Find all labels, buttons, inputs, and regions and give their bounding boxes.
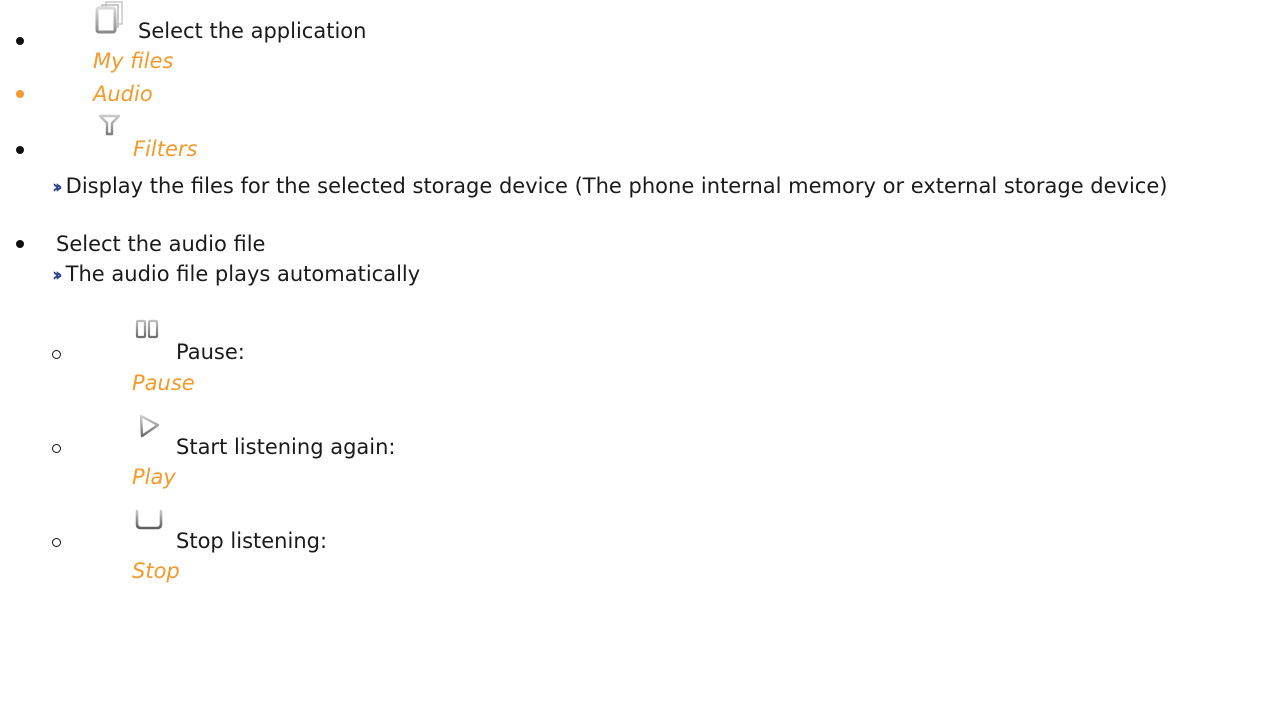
pause-icon bbox=[134, 317, 162, 346]
apps-icon bbox=[94, 0, 128, 39]
sub-bullet bbox=[52, 538, 61, 547]
key-stop: Stop bbox=[132, 559, 180, 583]
document: Select the application My files Audio Fi… bbox=[0, 0, 1268, 709]
sub-bullet bbox=[52, 444, 61, 453]
key-pause: Pause bbox=[132, 371, 195, 395]
result-arrow-icon: ›› bbox=[52, 176, 62, 198]
result-arrow-icon: ›› bbox=[52, 264, 62, 286]
control-label-stop: Stop listening: bbox=[176, 529, 328, 553]
filter-icon bbox=[97, 112, 123, 143]
key-play: Play bbox=[132, 465, 176, 489]
play-icon bbox=[136, 413, 164, 444]
key-audio: Audio bbox=[93, 82, 153, 106]
filters-result-text: Display the files for the selected stora… bbox=[65, 174, 1168, 198]
sub-bullet bbox=[52, 350, 61, 359]
bullet bbox=[16, 146, 24, 154]
key-my-files: My files bbox=[93, 49, 174, 73]
select-audio-result: ›› The audio file plays automatically bbox=[52, 260, 420, 289]
step-select-application: Select the application bbox=[138, 19, 367, 43]
control-label-pause: Pause: bbox=[176, 340, 245, 364]
stop-icon bbox=[134, 507, 164, 538]
bullet bbox=[16, 37, 24, 45]
step-select-audio: Select the audio file bbox=[56, 232, 266, 256]
select-audio-result-text: The audio file plays automatically bbox=[65, 262, 421, 286]
bullet bbox=[16, 90, 24, 98]
key-filters: Filters bbox=[133, 137, 198, 161]
filters-result: ›› Display the files for the selected sto… bbox=[52, 172, 1262, 201]
control-label-play: Start listening again: bbox=[176, 435, 396, 459]
bullet bbox=[16, 240, 24, 248]
